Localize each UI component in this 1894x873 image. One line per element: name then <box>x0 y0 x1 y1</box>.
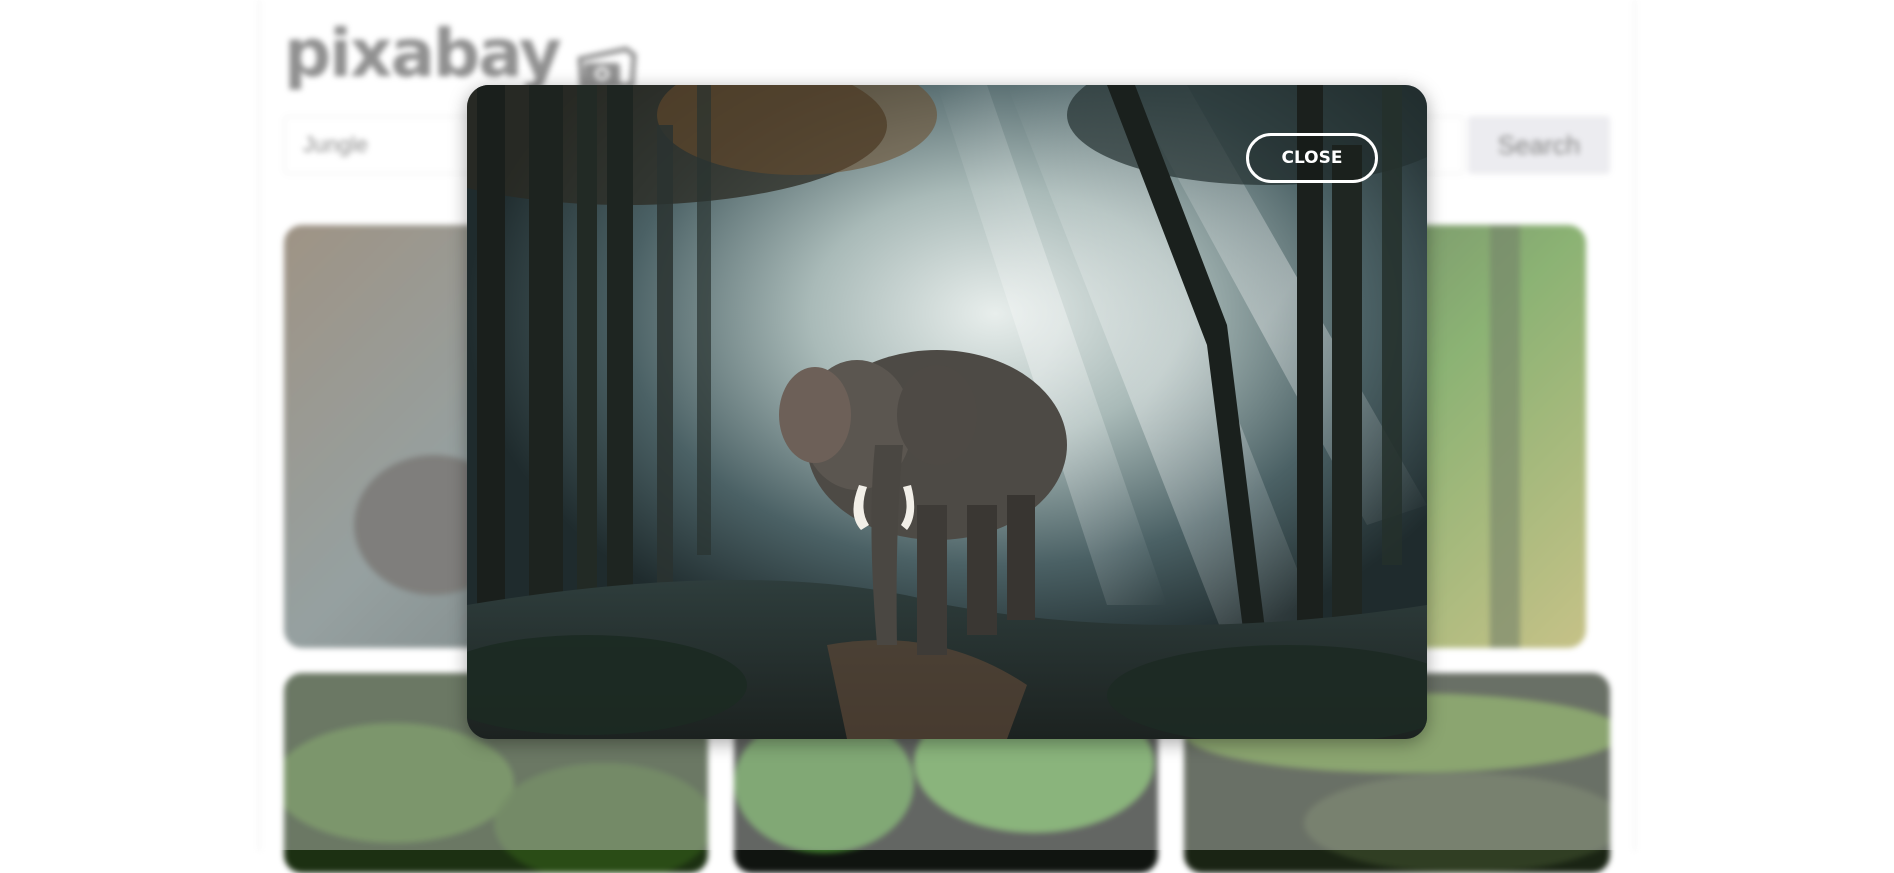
elephant-forest-image <box>467 85 1427 739</box>
image-preview-modal <box>467 85 1427 739</box>
close-button[interactable]: CLOSE <box>1246 133 1378 183</box>
